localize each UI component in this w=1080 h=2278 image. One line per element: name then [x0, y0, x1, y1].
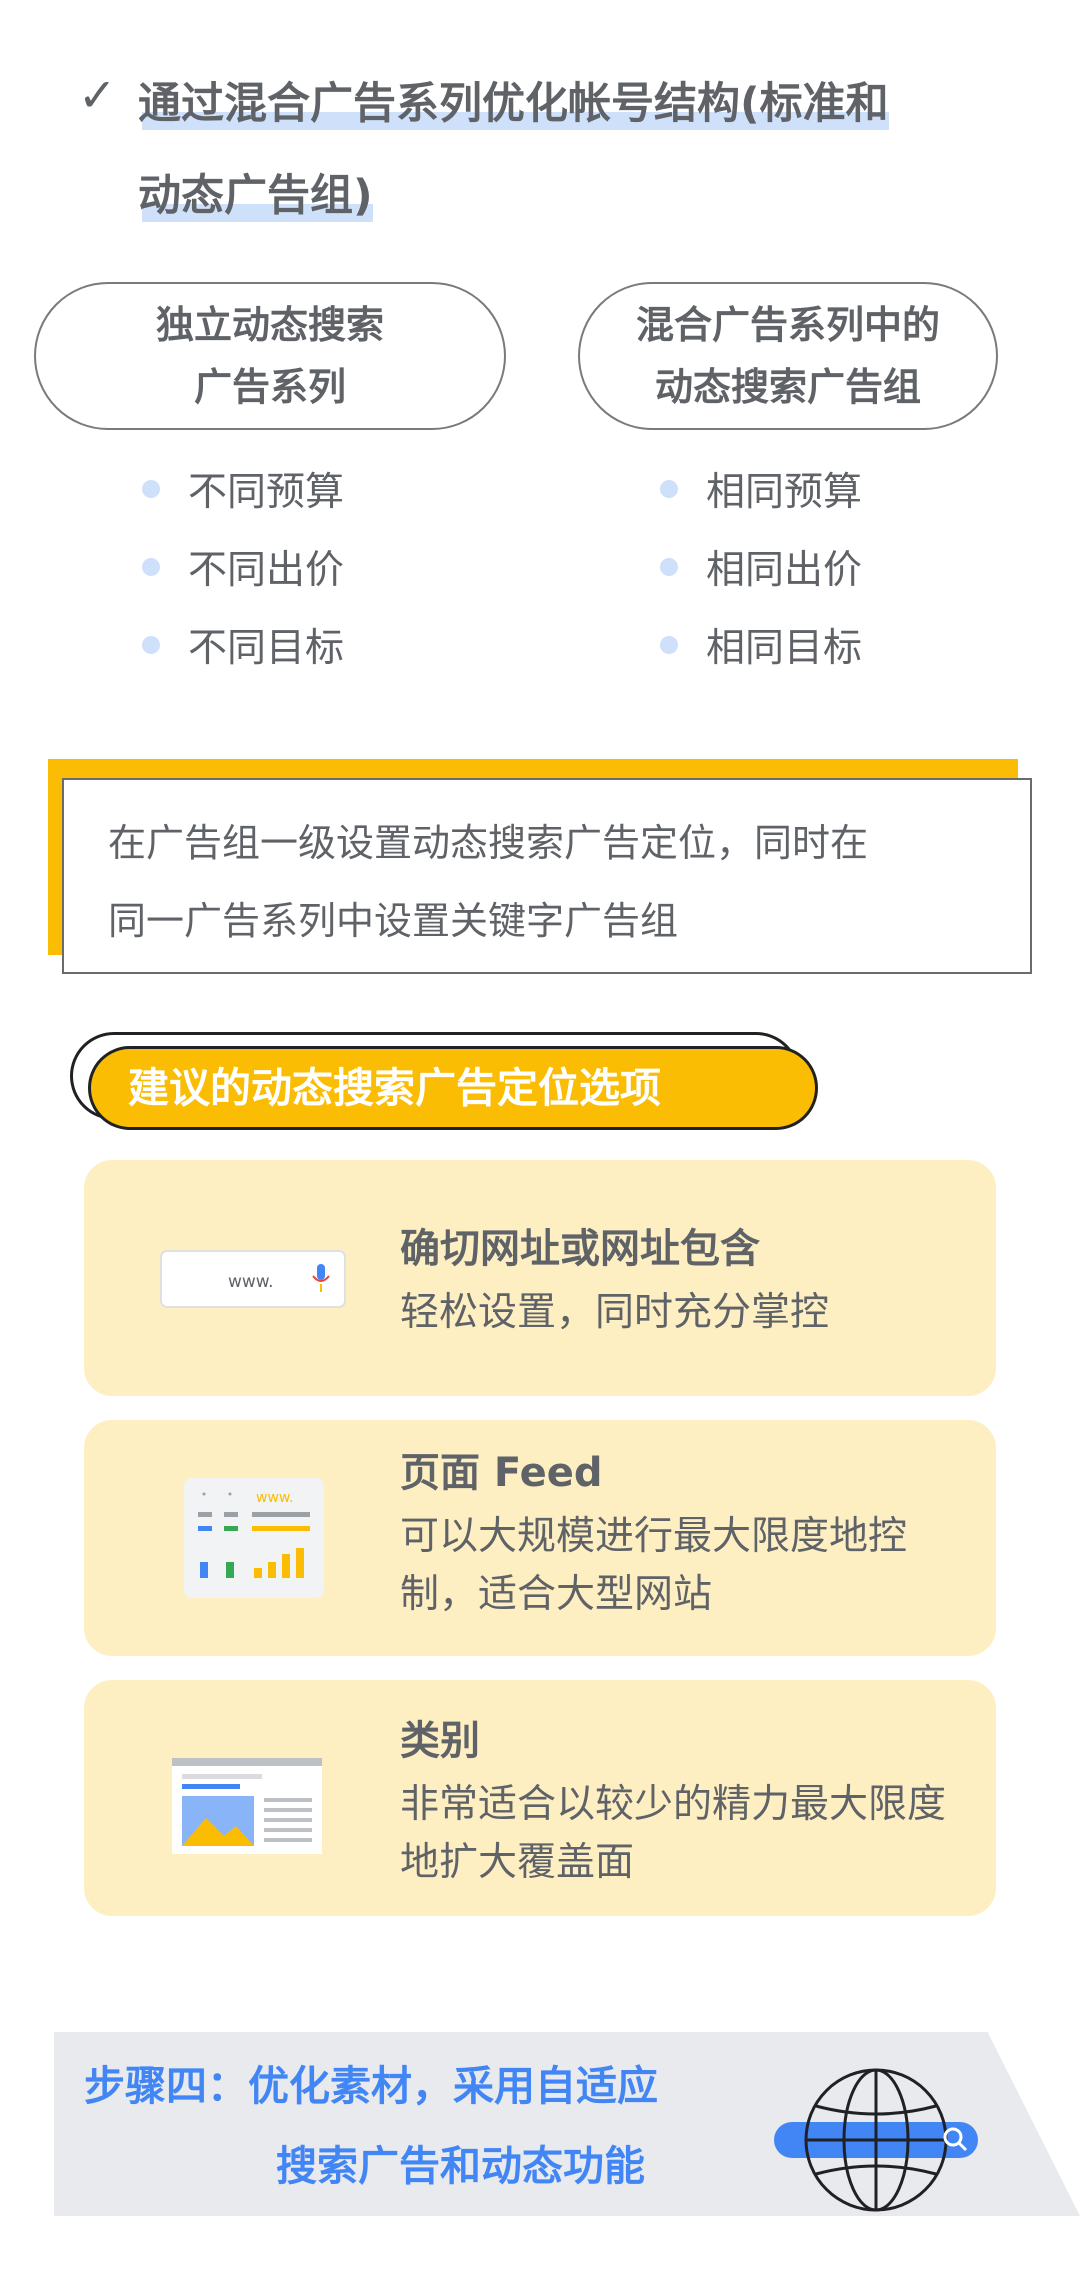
list-item: 不同出价 — [142, 528, 344, 606]
card-title: 确切网址或网址包含 — [400, 1226, 760, 1272]
feed-url-text: www. — [256, 1490, 294, 1506]
note-line-2: 同一广告系列中设置关键字广告组 — [108, 899, 679, 943]
list-item: 不同预算 — [142, 450, 344, 528]
card-desc: 轻松设置，同时充分掌控 — [400, 1290, 830, 1335]
targeting-card-url: www. 确切网址或网址包含 轻松设置，同时充分掌控 — [84, 1160, 996, 1396]
standalone-campaign-list: 不同预算 不同出价 不同目标 — [142, 450, 344, 684]
card-title: 页面 Feed — [400, 1450, 603, 1496]
heading-line-1: 通过混合广告系列优化帐号结构(标准和 — [138, 79, 889, 130]
note-line-1: 在广告组一级设置动态搜索广告定位，同时在 — [108, 821, 869, 865]
card-desc: 可以大规模进行最大限度地控制，适合大型网站 — [400, 1514, 908, 1617]
mixed-campaign-pill: 混合广告系列中的 动态搜索广告组 — [578, 282, 998, 430]
list-item: 相同预算 — [660, 450, 862, 528]
check-icon: ✓ — [78, 68, 117, 122]
list-item: 相同出价 — [660, 528, 862, 606]
page-feed-icon: www. — [184, 1478, 324, 1602]
heading-line-2: 动态广告组) — [138, 171, 373, 222]
standalone-campaign-pill: 独立动态搜索 广告系列 — [34, 282, 506, 430]
card-desc: 非常适合以较少的精力最大限度地扩大覆盖面 — [400, 1782, 947, 1885]
footer-line-1: 步骤四：优化素材，采用自适应 — [84, 2062, 658, 2110]
targeting-card-category: 类别 非常适合以较少的精力最大限度地扩大覆盖面 — [84, 1680, 996, 1916]
globe-search-icon — [772, 2064, 982, 2218]
category-page-icon — [172, 1758, 322, 1858]
mixed-campaign-list: 相同预算 相同出价 相同目标 — [660, 450, 862, 684]
section-title: 建议的动态搜索广告定位选项 — [128, 1064, 661, 1112]
list-item: 不同目标 — [142, 606, 344, 684]
targeting-card-page-feed: www. 页面 Feed 可以大规模进行最大限度地控制，适合大型网站 — [84, 1420, 996, 1656]
url-bar-icon: www. — [160, 1250, 346, 1312]
footer-line-2: 搜索广告和动态功能 — [276, 2142, 645, 2190]
card-title: 类别 — [400, 1718, 480, 1764]
url-bar-text: www. — [228, 1272, 274, 1292]
note-box: 在广告组一级设置动态搜索广告定位，同时在 同一广告系列中设置关键字广告组 — [62, 778, 1032, 974]
list-item: 相同目标 — [660, 606, 862, 684]
